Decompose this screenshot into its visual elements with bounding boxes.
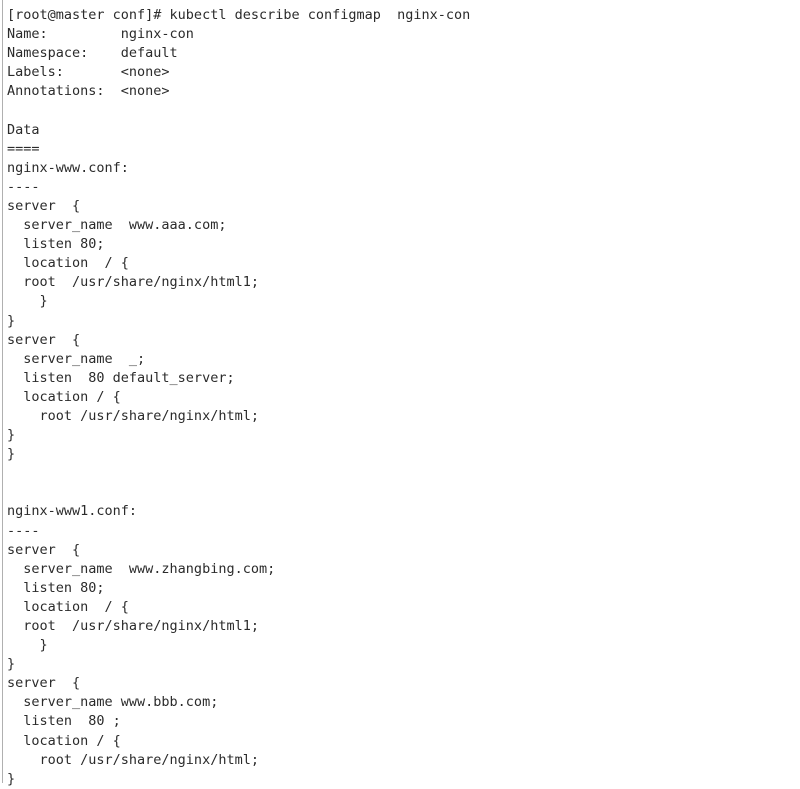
terminal-line: location / { bbox=[7, 255, 129, 272]
terminal-line: Name: nginx-con bbox=[7, 26, 194, 43]
terminal-line: } bbox=[7, 637, 48, 654]
terminal-line: root /usr/share/nginx/html; bbox=[7, 751, 259, 768]
terminal-line: nginx-www.conf: bbox=[7, 159, 129, 176]
terminal-line: server_name www.aaa.com; bbox=[7, 217, 227, 234]
terminal-line: Namespace: default bbox=[7, 45, 178, 62]
terminal-line: Data bbox=[7, 121, 40, 138]
terminal-line: root /usr/share/nginx/html; bbox=[7, 407, 259, 424]
terminal-line: [root@master conf]# kubectl describe con… bbox=[7, 7, 471, 23]
terminal-line: location / { bbox=[7, 598, 129, 615]
terminal-line: } bbox=[7, 656, 16, 673]
terminal-line: Labels: <none> bbox=[7, 64, 170, 81]
terminal-line: server_name www.zhangbing.com; bbox=[7, 560, 276, 577]
terminal-scrollback[interactable]: [root@master conf]# kubectl describe con… bbox=[0, 0, 800, 789]
terminal-line: ==== bbox=[7, 140, 40, 157]
terminal-line: } bbox=[7, 312, 16, 329]
terminal-line: server { bbox=[7, 541, 81, 558]
terminal-line: } bbox=[7, 427, 16, 444]
terminal-line: server { bbox=[7, 675, 81, 692]
terminal-window[interactable]: [root@master conf]# kubectl describe con… bbox=[0, 0, 800, 787]
terminal-line: } bbox=[7, 770, 16, 787]
terminal-line: location / { bbox=[7, 388, 121, 405]
terminal-line: server_name www.bbb.com; bbox=[7, 694, 219, 711]
terminal-line: ---- bbox=[7, 178, 40, 195]
terminal-line: nginx-www1.conf: bbox=[7, 503, 138, 520]
terminal-line: } bbox=[7, 293, 48, 310]
terminal-line: listen 80 default_server; bbox=[7, 369, 235, 386]
terminal-line: root /usr/share/nginx/html1; bbox=[7, 274, 259, 291]
terminal-line: listen 80; bbox=[7, 579, 105, 596]
terminal-line: location / { bbox=[7, 732, 121, 749]
terminal-line: root /usr/share/nginx/html1; bbox=[7, 618, 259, 634]
terminal-line: server { bbox=[7, 197, 81, 214]
terminal-line: server { bbox=[7, 331, 81, 348]
terminal-line: ---- bbox=[7, 522, 40, 539]
terminal-line: } bbox=[7, 446, 16, 463]
terminal-line: listen 80; bbox=[7, 236, 105, 253]
terminal-line: listen 80 ; bbox=[7, 713, 121, 730]
terminal-line: server_name _; bbox=[7, 350, 146, 367]
terminal-line: Annotations: <none> bbox=[7, 83, 170, 100]
